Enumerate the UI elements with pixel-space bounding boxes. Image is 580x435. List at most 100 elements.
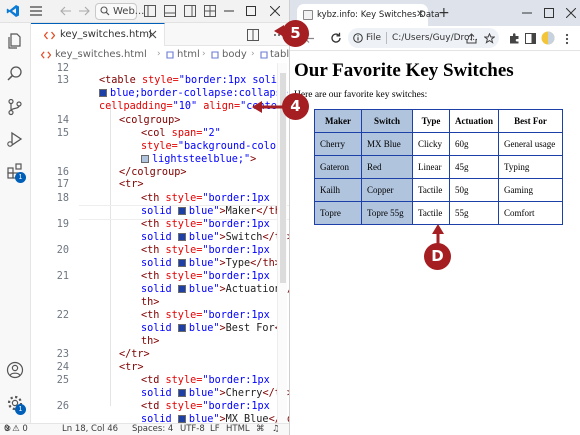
account-icon[interactable] (6, 361, 24, 379)
line-number: 14 (56, 115, 69, 126)
line-number: 18 (56, 193, 69, 204)
vscode-window: Web... 1 1 key_switches.html key_switche… (0, 0, 289, 435)
sidebar-panel-icon[interactable] (525, 33, 536, 44)
toggle-secondary-sidebar-icon[interactable] (184, 5, 196, 17)
table-cell: General usage (498, 132, 563, 156)
browser-minimize-icon[interactable] (522, 8, 532, 18)
table-cell: Kailh (314, 178, 362, 202)
browser-maximize-icon[interactable] (544, 8, 554, 18)
page-heading: Our Favorite Key Switches (294, 60, 514, 81)
new-tab-icon[interactable]: + (438, 4, 450, 22)
toggle-panel-icon[interactable] (164, 5, 176, 17)
tab-key-switches-html[interactable]: key_switches.html (31, 23, 165, 46)
code-line: <td style="border:1px (141, 401, 270, 412)
color-swatch (177, 285, 186, 293)
language-mode[interactable]: HTML (226, 424, 250, 435)
table-cell: Red (361, 155, 413, 179)
code-line: </tr> (119, 349, 150, 360)
table-cell: Topre 55g (361, 201, 413, 225)
color-swatch (177, 324, 186, 332)
nav-back-icon[interactable] (60, 6, 72, 16)
nav-forward-icon[interactable] (78, 6, 90, 16)
code-line: lightsteelblue;"> (141, 154, 256, 165)
code-line: <th style="border:1px (141, 245, 270, 256)
maximize-icon[interactable] (246, 6, 256, 16)
code-line: solid blue">Cherry</td> (141, 388, 289, 399)
eol[interactable]: LF (210, 424, 220, 435)
search-activity-icon[interactable] (6, 65, 24, 83)
browser-tab-close-icon[interactable]: ✕ (416, 4, 424, 26)
cursor-position[interactable]: Ln 18, Col 46 (62, 424, 118, 435)
site-info-icon[interactable] (353, 33, 363, 43)
code-line: solid blue">Type</th> (141, 258, 281, 269)
table-cell: 50g (449, 178, 499, 202)
close-window-icon[interactable] (270, 6, 280, 16)
color-swatch (177, 389, 186, 397)
explorer-icon[interactable] (6, 32, 24, 50)
extensions-badge: 1 (15, 172, 26, 183)
address-separator (386, 32, 387, 44)
line-number: 16 (56, 167, 69, 178)
encoding[interactable]: UTF-8 (180, 424, 205, 435)
breadcrumb-body[interactable]: body (222, 46, 247, 63)
copilot-icon[interactable]: ⌘ (256, 424, 265, 435)
share-icon[interactable] (466, 33, 477, 44)
code-line: solid blue">Actuation</ (141, 284, 289, 295)
page-favicon-icon (303, 10, 313, 20)
breadcrumb-table[interactable]: table (270, 46, 289, 63)
table-cell: 45g (449, 155, 499, 179)
reload-icon[interactable] (330, 32, 342, 44)
code-line: th> (141, 297, 160, 308)
address-scheme: File (366, 33, 382, 43)
editor-scrollbar[interactable] (277, 63, 287, 423)
code-editor[interactable]: 12 13 14 15 16 17 18 19 20 21 22 23 24 2… (31, 63, 289, 423)
code-line: <colgroup> (119, 115, 181, 126)
code-line: th> (141, 336, 160, 347)
code-line: <tr> (119, 362, 144, 373)
toggle-sidebar-icon[interactable] (144, 5, 156, 17)
table-cell: 55g (449, 201, 499, 225)
color-swatch (177, 233, 186, 241)
code-line: solid blue">Switch</th> (141, 232, 289, 243)
table-cell: MX Blue (361, 132, 413, 156)
line-number: 13 (56, 75, 69, 86)
line-number: 15 (56, 128, 69, 139)
run-debug-icon[interactable] (6, 130, 24, 148)
table-header: Type (412, 109, 450, 133)
menu-icon[interactable] (30, 6, 42, 16)
browser-close-icon[interactable] (566, 8, 576, 18)
breadcrumb-file[interactable]: key_switches.html (55, 46, 147, 63)
line-number: 17 (56, 179, 69, 190)
command-center-search[interactable]: Web... (95, 3, 144, 20)
table-row: Gateron Red Linear 45g Typing (314, 155, 563, 179)
browser-tab[interactable]: kybz.info: Key Switches Data ✕ (297, 4, 440, 26)
search-icon (100, 6, 110, 16)
table-row: Kailh Copper Tactile 50g Gaming (314, 178, 563, 202)
notifications-bell-icon[interactable]: ♫ (272, 424, 280, 435)
code-line: solid blue">MX Blue</td> (141, 414, 289, 423)
profile-avatar[interactable] (541, 31, 555, 45)
line-number: 12 (56, 63, 69, 74)
extensions-puzzle-icon[interactable] (509, 33, 520, 44)
bookmark-star-icon[interactable] (484, 33, 495, 44)
source-control-icon[interactable] (6, 98, 24, 116)
indentation[interactable]: Spaces: 4 (132, 424, 173, 435)
color-swatch (177, 259, 186, 267)
code-line: <col span="2" (141, 128, 221, 139)
table-header: Best For (498, 109, 563, 133)
customize-layout-icon[interactable] (204, 5, 216, 17)
vscode-titlebar: Web... (0, 0, 289, 23)
code-line: <th style="border:1px (141, 193, 270, 204)
browser-menu-icon[interactable] (565, 33, 569, 45)
breadcrumb-html[interactable]: html (177, 46, 200, 63)
color-swatch (99, 89, 107, 97)
table-cell: Typing (498, 155, 563, 179)
code-line: <table style="border:1px solid (99, 75, 284, 86)
minimize-icon[interactable] (224, 6, 234, 16)
table-cell: Copper (361, 178, 413, 202)
code-line: </colgroup> (119, 167, 187, 178)
tab-close-icon[interactable] (148, 30, 157, 39)
breadcrumb-symbol-icon (210, 46, 220, 60)
table-cell: Tactile (412, 178, 450, 202)
line-number: 26 (56, 401, 69, 412)
